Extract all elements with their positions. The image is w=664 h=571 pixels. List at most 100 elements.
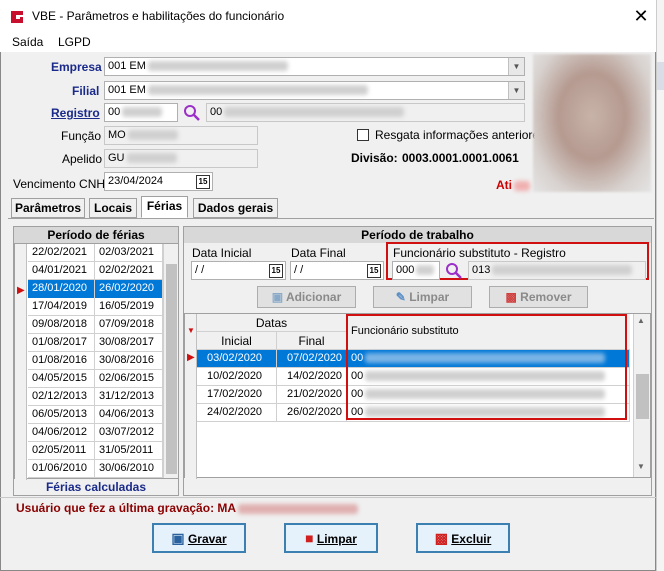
- ferias-grid[interactable]: 22/02/2021 02/03/2021 04/01/2021 02/02/2021…: [14, 243, 178, 480]
- limpar-trabalho-button[interactable]: ✎ Limpar: [373, 286, 472, 308]
- sort-indicator-icon: ▼: [187, 326, 195, 335]
- tab-ferias[interactable]: Férias: [141, 196, 188, 218]
- substituto-name-field: 013: [468, 261, 646, 280]
- ferias-row[interactable]: 01/08/2017 30/08/2017: [28, 334, 163, 352]
- trash-icon: ▩: [434, 530, 448, 546]
- chevron-down-icon[interactable]: ▼: [508, 58, 524, 75]
- trabalho-final-cell: 26/02/2020: [277, 404, 347, 422]
- ferias-row[interactable]: 22/02/2021 02/03/2021: [28, 244, 163, 262]
- ferias-row[interactable]: 09/08/2018 07/09/2018: [28, 316, 163, 334]
- ferias-row[interactable]: 01/08/2016 30/08/2016: [28, 352, 163, 370]
- registro-name-value: 00: [210, 106, 223, 118]
- scroll-thumb[interactable]: [166, 264, 177, 474]
- menu-lgpd[interactable]: LGPD: [58, 35, 91, 49]
- empresa-select[interactable]: 001 EM ▼: [104, 57, 525, 76]
- ferias-row[interactable]: 02/12/2013 31/12/2013: [28, 388, 163, 406]
- gravar-button[interactable]: ▣ Gravar: [152, 523, 246, 553]
- ferias-start-cell: 02/12/2013: [28, 388, 95, 406]
- ferias-row[interactable]: 02/05/2011 31/05/2011: [28, 442, 163, 460]
- employee-photo: [533, 54, 651, 192]
- registro-name-field: 00: [206, 103, 525, 122]
- limpar-trabalho-label: Limpar: [409, 290, 450, 304]
- trabalho-inicial-cell: 17/02/2020: [197, 386, 277, 404]
- excluir-button[interactable]: ▩ Excluir: [416, 523, 510, 553]
- limpar-label: Limpar: [316, 532, 357, 546]
- ferias-row[interactable]: 04/05/2015 02/06/2015: [28, 370, 163, 388]
- ferias-row[interactable]: 04/06/2012 03/07/2012: [28, 424, 163, 442]
- scroll-down-icon[interactable]: ▼: [637, 462, 645, 471]
- trabalho-header: Período de trabalho: [184, 227, 651, 243]
- funcao-label: Função: [61, 129, 102, 143]
- trabalho-inicial-cell: 10/02/2020: [197, 368, 277, 386]
- vencimento-input[interactable]: 23/04/2024 15: [104, 172, 213, 191]
- ferias-end-cell: 31/05/2011: [95, 442, 163, 460]
- search-icon[interactable]: [444, 261, 464, 280]
- limpar-button[interactable]: ■ Limpar: [284, 523, 378, 553]
- scroll-thumb[interactable]: [636, 374, 649, 419]
- ferias-end-cell: 02/03/2021: [95, 244, 163, 262]
- current-row-arrow-icon: ▶: [17, 285, 25, 296]
- data-final-input[interactable]: / / 15: [290, 261, 384, 280]
- chevron-down-icon[interactable]: ▼: [508, 82, 524, 99]
- filial-label: Filial: [72, 84, 100, 98]
- data-final-value: / /: [294, 264, 304, 276]
- eraser-icon: ■: [305, 530, 314, 546]
- scroll-up-icon[interactable]: ▲: [637, 316, 645, 325]
- trabalho-scrollbar[interactable]: ▲ ▼: [633, 314, 650, 477]
- vencimento-label: Vencimento CNH: [13, 177, 106, 191]
- substituto-label: Funcionário substituto - Registro: [393, 246, 566, 260]
- ferias-row[interactable]: 01/06/2010 30/06/2010: [28, 460, 163, 478]
- ferias-scrollbar[interactable]: [163, 244, 178, 478]
- trabalho-final-cell: 21/02/2020: [277, 386, 347, 404]
- tab-parametros[interactable]: Parâmetros: [11, 198, 85, 218]
- ferias-row[interactable]: 06/05/2013 04/06/2013: [28, 406, 163, 424]
- ferias-end-cell: 02/06/2015: [95, 370, 163, 388]
- calendar-icon[interactable]: 15: [269, 264, 283, 278]
- row-indicator-column: [185, 314, 197, 479]
- filial-value: 001 EM: [108, 84, 146, 96]
- substituto-registro-input[interactable]: 000: [392, 261, 440, 280]
- ferias-end-cell: 04/06/2013: [95, 406, 163, 424]
- apelido-value: GU: [108, 152, 125, 164]
- tab-locais[interactable]: Locais: [89, 198, 137, 218]
- empresa-label: Empresa: [51, 60, 102, 74]
- calendar-icon[interactable]: 15: [367, 264, 381, 278]
- search-icon[interactable]: [182, 103, 202, 122]
- apelido-label: Apelido: [62, 152, 103, 166]
- data-inicial-input[interactable]: / / 15: [191, 261, 286, 280]
- save-icon: ▣: [171, 530, 185, 546]
- apelido-field: GU: [104, 149, 258, 168]
- ferias-start-cell: 04/06/2012: [28, 424, 95, 442]
- registro-input[interactable]: 00: [104, 103, 178, 122]
- adicionar-button[interactable]: ▣ Adicionar: [257, 286, 356, 308]
- ferias-row[interactable]: 04/01/2021 02/02/2021: [28, 262, 163, 280]
- close-icon[interactable]: ✕: [630, 4, 652, 28]
- ferias-end-cell: 26/02/2020: [95, 280, 163, 298]
- trabalho-inicial-cell: 03/02/2020: [197, 350, 277, 368]
- ferias-end-cell: 07/09/2018: [95, 316, 163, 334]
- ferias-end-cell: 30/08/2016: [95, 352, 163, 370]
- funcao-value: MO: [108, 129, 126, 141]
- excluir-label: Excluir: [451, 532, 492, 546]
- ferias-row[interactable]: 28/01/2020 26/02/2020: [28, 280, 163, 298]
- ferias-row[interactable]: 17/04/2019 16/05/2019: [28, 298, 163, 316]
- remover-button[interactable]: ▩ Remover: [489, 286, 588, 308]
- menu-saida[interactable]: Saída: [12, 35, 43, 49]
- divisao-value: 0003.0001.0001.0061: [402, 151, 519, 165]
- data-inicial-value: / /: [195, 264, 205, 276]
- registro-label[interactable]: Registro: [51, 106, 100, 120]
- trabalho-final-cell: 14/02/2020: [277, 368, 347, 386]
- resgata-checkbox[interactable]: [357, 129, 369, 141]
- tab-dados-gerais[interactable]: Dados gerais: [193, 198, 278, 218]
- data-final-label: Data Final: [291, 246, 346, 260]
- status-badge: Ati: [496, 178, 530, 192]
- substituto-reg-value: 000: [396, 264, 415, 276]
- pencil-icon: ✎: [395, 290, 406, 304]
- col-final-header: Final: [277, 332, 347, 350]
- ferias-start-cell: 02/05/2011: [28, 442, 95, 460]
- ferias-end-cell: 03/07/2012: [95, 424, 163, 442]
- col-datas-header: Datas: [197, 314, 347, 332]
- filial-select[interactable]: 001 EM ▼: [104, 81, 525, 100]
- calendar-icon[interactable]: 15: [196, 175, 210, 189]
- ferias-end-cell: 02/02/2021: [95, 262, 163, 280]
